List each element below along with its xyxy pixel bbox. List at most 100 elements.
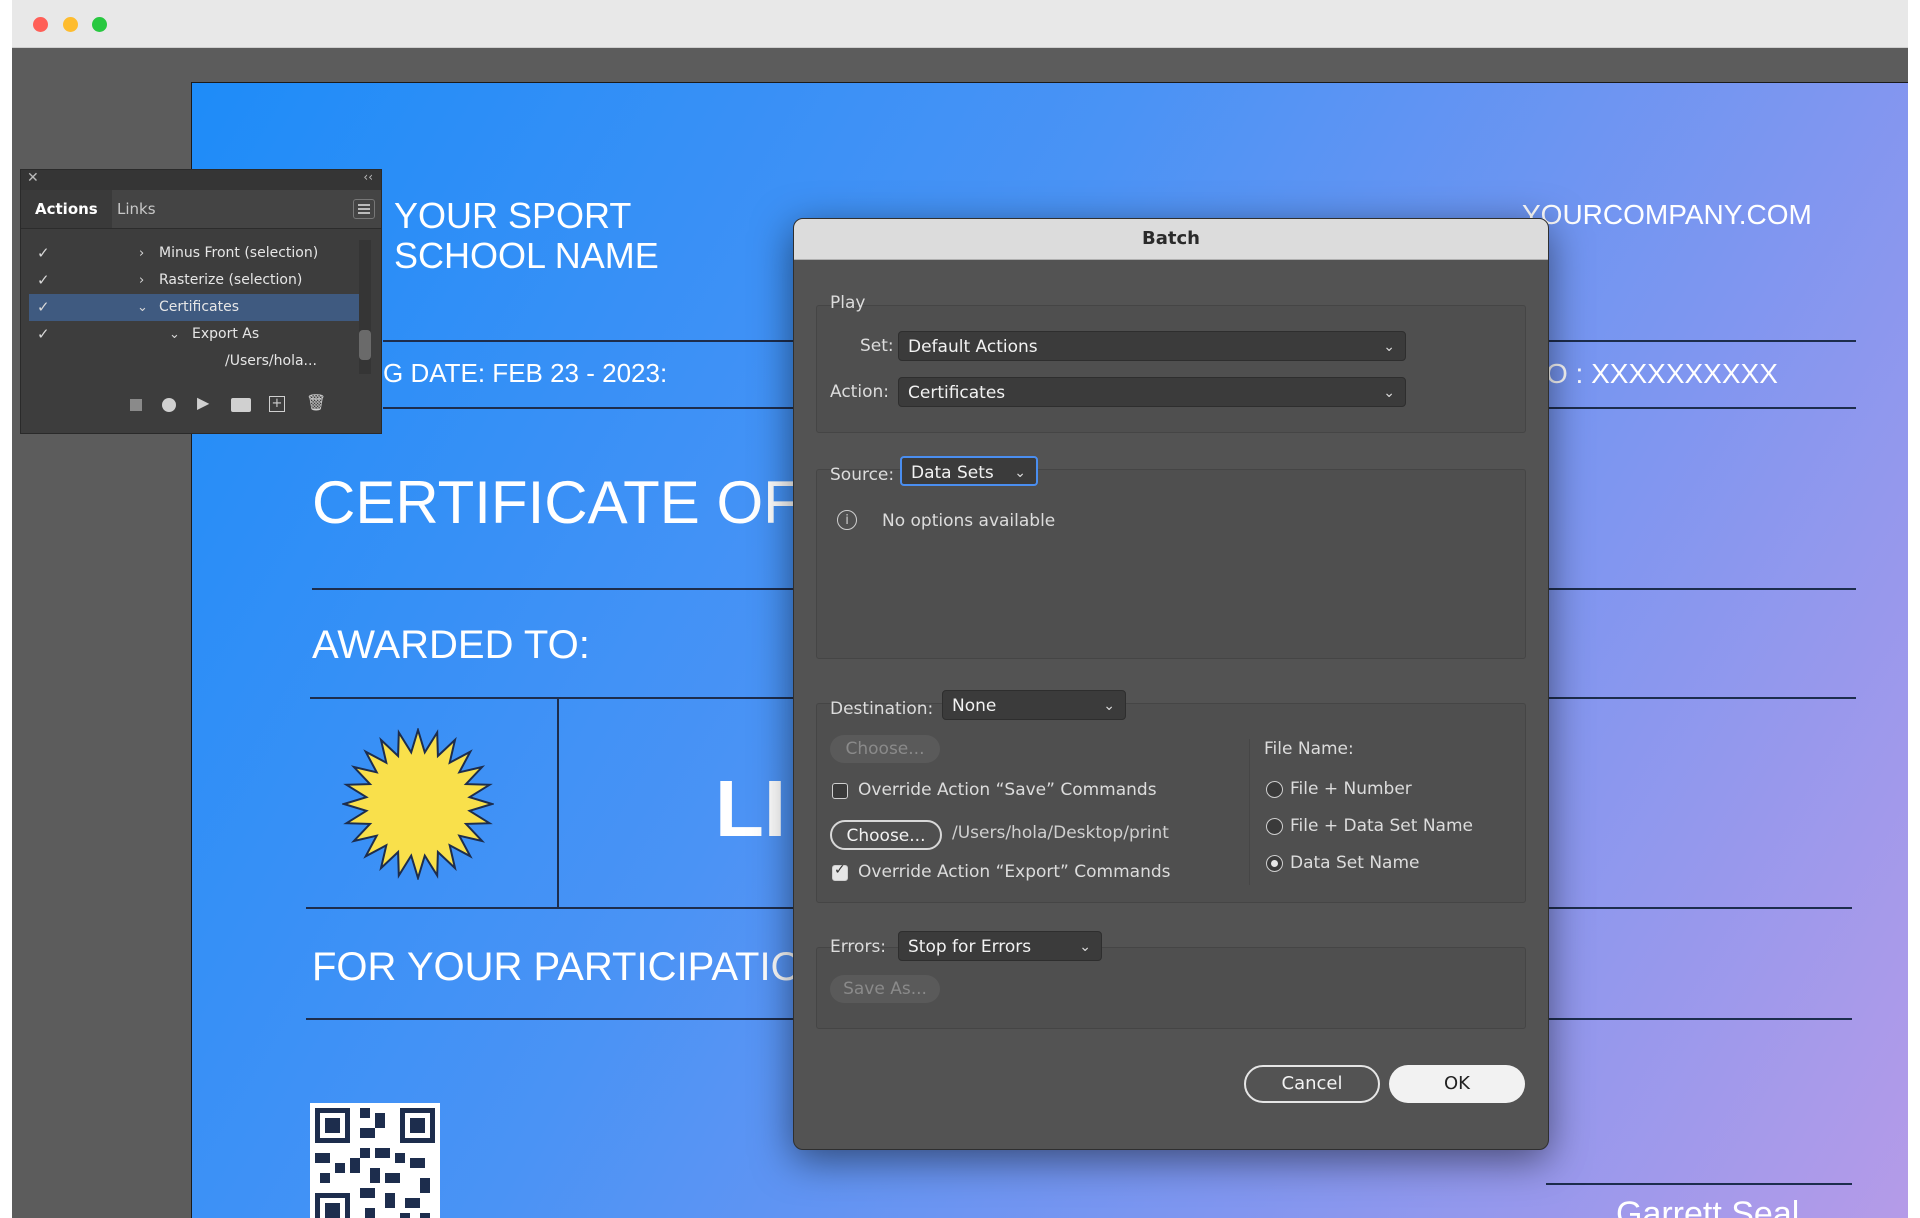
chevron-down-icon: ⌄ <box>1079 939 1091 955</box>
company-url: YOURCOMPANY.COM <box>1522 199 1812 230</box>
stop-icon[interactable] <box>130 399 142 411</box>
signature-text: Garrett Seal <box>1616 1195 1800 1218</box>
close-window-button[interactable] <box>33 17 48 32</box>
play-group <box>816 305 1526 433</box>
chevron-right-icon[interactable]: › <box>139 240 144 267</box>
scrollbar[interactable] <box>359 240 371 374</box>
app-window: YOUR SPORT SCHOOL NAME YOURCOMPANY.COM G… <box>12 0 1908 1218</box>
radio-dataset-name-label: Data Set Name <box>1290 853 1420 873</box>
chevron-down-icon[interactable]: ⌄ <box>169 321 180 348</box>
panel-topbar: ✕ ‹‹ <box>21 170 381 190</box>
action-item-selected[interactable]: ✓ ⌄ Certificates <box>29 294 369 321</box>
errors-select[interactable]: Stop for Errors ⌄ <box>898 931 1102 961</box>
panel-footer: ▶ + 🗑 <box>21 390 381 420</box>
date-text: G DATE: FEB 23 - 2023: <box>383 358 668 388</box>
minimize-window-button[interactable] <box>63 17 78 32</box>
chevron-down-icon: ⌄ <box>1383 385 1395 401</box>
checkmark-icon[interactable]: ✓ <box>37 294 50 321</box>
override-save-checkbox[interactable] <box>832 783 848 799</box>
source-select[interactable]: Data Sets ⌄ <box>900 456 1038 486</box>
radio-dataset-name[interactable] <box>1266 855 1283 872</box>
window-titlebar <box>12 0 1908 48</box>
action-select[interactable]: Certificates ⌄ <box>898 377 1406 407</box>
errors-label: Errors: <box>830 937 887 957</box>
action-label: Minus Front (selection) <box>159 245 319 261</box>
record-icon[interactable] <box>162 398 176 412</box>
participation-text: FOR YOUR PARTICIPATIO <box>312 945 802 989</box>
dialog-title: Batch <box>794 219 1548 260</box>
source-group <box>816 469 1526 659</box>
source-label: Source: <box>830 465 895 485</box>
trash-icon[interactable]: 🗑 <box>306 393 326 412</box>
divider <box>1546 1018 1852 1020</box>
action-item: /Users/hola... <box>29 348 369 375</box>
errors-value: Stop for Errors <box>908 937 1032 957</box>
destination-value: None <box>952 696 997 716</box>
divider <box>1546 697 1856 699</box>
info-icon: i <box>837 510 857 530</box>
action-item[interactable]: ✓ › Minus Front (selection) <box>29 240 369 267</box>
certificate-title: CERTIFICATE OF <box>312 469 800 536</box>
chevron-down-icon: ⌄ <box>1014 465 1026 481</box>
recipient-name: LI <box>715 764 787 853</box>
folder-icon[interactable] <box>231 398 251 412</box>
tab-links[interactable]: Links <box>103 190 170 228</box>
chevron-right-icon[interactable]: › <box>139 267 144 294</box>
checkmark-icon[interactable]: ✓ <box>37 321 50 348</box>
action-label: Action: <box>830 382 889 402</box>
checkmark-icon[interactable]: ✓ <box>37 240 50 267</box>
chevron-down-icon: ⌄ <box>1103 698 1115 714</box>
collapse-icon[interactable]: ‹‹ <box>363 170 373 184</box>
action-item[interactable]: ✓ ⌄ Export As <box>29 321 369 348</box>
awarded-to-label: AWARDED TO: <box>312 623 590 667</box>
play-icon[interactable]: ▶ <box>197 393 209 412</box>
override-export-label: Override Action “Export” Commands <box>858 862 1171 882</box>
actions-panel: ✕ ‹‹ Actions Links ✓ › Minus Front (sele… <box>20 169 382 434</box>
panel-tabs: Actions Links <box>21 190 381 229</box>
destination-label: Destination: <box>830 699 934 719</box>
action-label: Certificates <box>159 299 240 315</box>
zoom-window-button[interactable] <box>92 17 107 32</box>
source-value: Data Sets <box>911 463 994 483</box>
separator <box>1249 739 1250 885</box>
new-action-icon[interactable]: + <box>269 396 285 412</box>
choose-button-disabled[interactable]: Choose... <box>830 735 940 763</box>
radio-file-number[interactable] <box>1266 781 1283 798</box>
divider <box>1546 340 1856 342</box>
set-value: Default Actions <box>908 337 1038 357</box>
action-value: Certificates <box>908 383 1006 403</box>
school-name-line2: SCHOOL NAME <box>394 235 659 276</box>
set-label: Set: <box>860 336 894 356</box>
divider <box>1546 907 1852 909</box>
radio-file-number-label: File + Number <box>1290 779 1412 799</box>
action-path: /Users/hola... <box>225 353 317 369</box>
qr-code-icon <box>310 1103 440 1218</box>
override-save-label: Override Action “Save” Commands <box>858 780 1157 800</box>
close-icon[interactable]: ✕ <box>27 170 39 186</box>
destination-select[interactable]: None ⌄ <box>942 690 1126 720</box>
set-select[interactable]: Default Actions ⌄ <box>898 331 1406 361</box>
save-as-button-disabled[interactable]: Save As... <box>830 975 940 1003</box>
chevron-down-icon: ⌄ <box>1383 339 1395 355</box>
batch-dialog: Batch Play Set: Default Actions ⌄ Action… <box>793 218 1549 1150</box>
file-name-label: File Name: <box>1264 739 1354 759</box>
radio-file-dataset-name-label: File + Data Set Name <box>1290 816 1473 836</box>
action-item[interactable]: ✓ › Rasterize (selection) <box>29 267 369 294</box>
action-label: Export As <box>192 326 260 342</box>
radio-file-dataset-name[interactable] <box>1266 818 1283 835</box>
chevron-down-icon[interactable]: ⌄ <box>137 294 148 321</box>
seal-icon <box>342 728 494 880</box>
tab-actions[interactable]: Actions <box>21 190 112 228</box>
no-options-text: No options available <box>882 511 1056 531</box>
scrollbar-thumb[interactable] <box>359 330 371 360</box>
divider-vertical <box>557 697 559 907</box>
ok-button[interactable]: OK <box>1389 1065 1525 1103</box>
cancel-button[interactable]: Cancel <box>1244 1065 1380 1103</box>
choose-button[interactable]: Choose... <box>830 820 942 850</box>
id-text: O : XXXXXXXXXX <box>1546 358 1778 389</box>
panel-menu-icon[interactable] <box>353 199 375 219</box>
override-export-checkbox[interactable] <box>832 862 848 881</box>
destination-path: /Users/hola/Desktop/print <box>952 823 1169 843</box>
checkmark-icon[interactable]: ✓ <box>37 267 50 294</box>
play-label: Play <box>830 293 866 313</box>
